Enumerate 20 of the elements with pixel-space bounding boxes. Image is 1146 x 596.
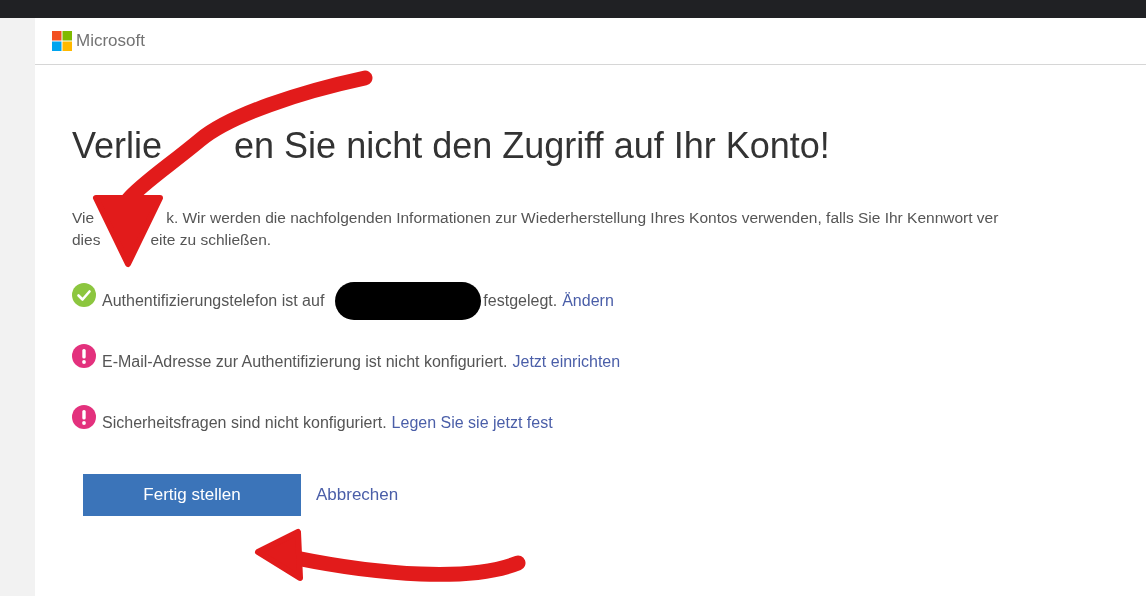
intro-text: dies bbox=[72, 230, 101, 250]
alert-icon bbox=[72, 405, 96, 429]
brand-name: Microsoft bbox=[76, 31, 145, 51]
status-text: festgelegt. bbox=[483, 292, 558, 310]
alert-icon bbox=[72, 344, 96, 368]
action-link[interactable]: Jetzt einrichten bbox=[512, 353, 621, 371]
status-text: E-Mail-Adresse zur Authentifizierung ist nicht konfiguriert. bbox=[102, 353, 508, 371]
action-link[interactable]: Legen Sie sie jetzt fest bbox=[391, 414, 553, 432]
finish-button[interactable]: Fertig stellen bbox=[83, 474, 301, 516]
microsoft-logo-icon bbox=[52, 31, 72, 51]
intro-text: eite zu schließen. bbox=[150, 230, 272, 250]
status-text: Authentifizierungstelefon ist auf bbox=[102, 292, 325, 310]
page-title: en Sie nicht den Zugriff auf Ihr Konto! bbox=[234, 125, 830, 167]
intro-text: k. Wir werden die nachfolgenden Informationen zur Wiederherstellung Ihres Kontos verwenden, falls Sie Ihr Kennwort ver bbox=[166, 208, 999, 228]
page-title: Verlie bbox=[72, 125, 163, 167]
action-link[interactable]: Ändern bbox=[562, 292, 614, 310]
check-icon bbox=[72, 283, 96, 307]
intro-text: Vie bbox=[72, 208, 95, 228]
status-text: Sicherheitsfragen sind nicht konfiguriert. bbox=[102, 414, 387, 432]
cancel-link[interactable]: Abbrechen bbox=[316, 485, 399, 505]
